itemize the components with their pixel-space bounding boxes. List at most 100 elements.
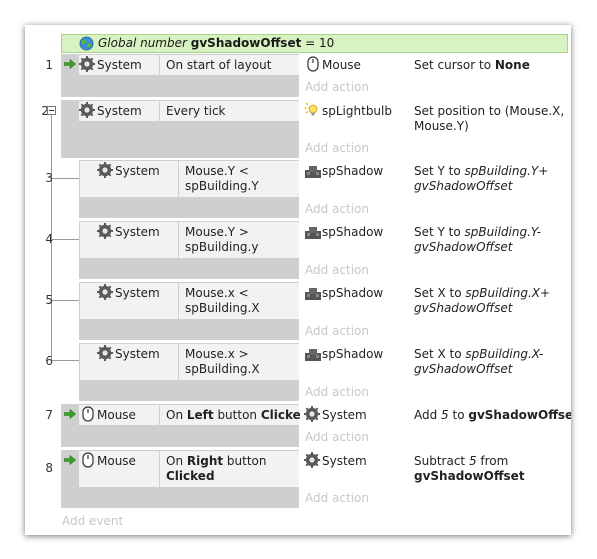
global-variable-prefix: Global number bbox=[98, 36, 187, 50]
tree-line bbox=[51, 300, 79, 301]
condition-object-name: System bbox=[97, 104, 142, 118]
condition-line2: spBuilding.X bbox=[185, 301, 260, 315]
add-action-link[interactable]: Add action bbox=[305, 200, 369, 218]
gear-icon bbox=[79, 102, 95, 118]
condition-line1: On Right button bbox=[166, 454, 267, 469]
action-text-line2[interactable]: gvShadowOffset bbox=[414, 469, 525, 484]
event-number: 1 bbox=[45, 58, 53, 72]
condition-object-name: Mouse bbox=[97, 454, 136, 468]
event-number: 5 bbox=[45, 293, 53, 307]
action-text-bold: gvShadowOffset bbox=[414, 469, 525, 483]
action-text-line2[interactable]: gvShadowOffset bbox=[414, 240, 513, 255]
action-text-line1[interactable]: Set position to (Mouse.X, bbox=[414, 104, 564, 119]
add-action-link[interactable]: Add action bbox=[305, 78, 369, 96]
tree-line bbox=[51, 360, 79, 361]
action-text-line1[interactable]: Set X to spBuilding.X+ bbox=[414, 286, 550, 301]
condition-text-bold: Left bbox=[186, 408, 214, 422]
condition-line1: Mouse.x > bbox=[185, 347, 249, 361]
condition-text: Every tick bbox=[166, 104, 226, 118]
action-object-name: spShadow bbox=[322, 164, 384, 178]
sprite-icon bbox=[305, 227, 321, 239]
action-text-line1[interactable]: Set Y to spBuilding.Y- bbox=[414, 225, 541, 240]
condition-text-plain: On bbox=[166, 408, 187, 422]
add-action-link[interactable]: Add action bbox=[305, 489, 369, 507]
action-text-line1[interactable]: Set X to spBuilding.X- bbox=[414, 347, 543, 362]
action-text-bold: None bbox=[494, 58, 530, 72]
condition-text-plain: button bbox=[223, 454, 267, 468]
action-text-plain: Set X to bbox=[414, 347, 466, 361]
action-text[interactable]: Set cursor to None bbox=[414, 58, 530, 73]
event-number: 8 bbox=[45, 461, 53, 475]
action-object-name: Mouse bbox=[322, 58, 361, 72]
tree-line bbox=[51, 178, 79, 179]
global-variable-value: = 10 bbox=[305, 36, 335, 50]
gear-icon bbox=[97, 284, 113, 300]
action-text-plain: Set cursor to bbox=[414, 58, 495, 72]
action-object-name: System bbox=[322, 408, 367, 422]
global-variable-label: Global number gvShadowOffset = 10 bbox=[98, 35, 334, 51]
action-text-line2[interactable]: gvShadowOffset bbox=[414, 179, 513, 194]
gear-icon bbox=[79, 56, 95, 72]
action-object-name: System bbox=[322, 454, 367, 468]
add-event-link[interactable]: Add event bbox=[62, 514, 123, 528]
action-text-line1[interactable]: Set Y to spBuilding.Y+ bbox=[414, 164, 548, 179]
condition-object-name: System bbox=[115, 347, 160, 361]
action-text-plain: Set Y to bbox=[414, 164, 465, 178]
action-text-line1[interactable]: Subtract 5 from bbox=[414, 454, 508, 469]
add-action-link[interactable]: Add action bbox=[305, 322, 369, 340]
action-text-italic: spBuilding.Y- bbox=[464, 225, 541, 239]
mouse-icon bbox=[307, 56, 319, 72]
condition-line2: spBuilding.y bbox=[185, 240, 259, 254]
action-text-plain: Add bbox=[414, 408, 442, 422]
collapse-toggle-icon[interactable] bbox=[47, 106, 56, 115]
action-text-plain: Set Y to bbox=[414, 225, 465, 239]
action-object-name: spShadow bbox=[322, 225, 384, 239]
global-variable-name: gvShadowOffset bbox=[190, 36, 302, 50]
action-text-italic: 5 bbox=[441, 408, 449, 422]
add-action-link[interactable]: Add action bbox=[305, 139, 369, 157]
add-action-link[interactable]: Add action bbox=[305, 261, 369, 279]
mouse-icon bbox=[82, 452, 94, 468]
action-text-italic: gvShadowOffset bbox=[414, 240, 513, 254]
add-action-link[interactable]: Add action bbox=[305, 428, 369, 446]
action-text-italic: spBuilding.X- bbox=[465, 347, 544, 361]
condition-text-bold: Clicked bbox=[166, 469, 215, 483]
condition-object-name: Mouse bbox=[97, 408, 136, 422]
condition-line1: Mouse.Y < bbox=[185, 164, 249, 178]
condition-text-plain: button bbox=[213, 408, 261, 422]
event-number: 4 bbox=[45, 232, 53, 246]
event-number: 6 bbox=[45, 354, 53, 368]
action-text-bold: gvShadowOffset bbox=[468, 408, 571, 422]
condition-text-bold: Right bbox=[186, 454, 224, 468]
lightbulb-icon bbox=[304, 102, 320, 118]
event-number: 2 bbox=[41, 104, 49, 118]
action-text-plain: from bbox=[476, 454, 509, 468]
action-text-line2[interactable]: gvShadowOffset bbox=[414, 362, 513, 377]
condition-text: On Left button Clicked bbox=[166, 408, 309, 423]
gear-icon bbox=[97, 162, 113, 178]
gear-icon bbox=[304, 452, 320, 468]
action-object-name: spShadow bbox=[322, 347, 384, 361]
condition-line2: spBuilding.X bbox=[185, 362, 260, 376]
action-text-line2[interactable]: Mouse.Y) bbox=[414, 119, 469, 134]
condition-line1: Mouse.x < bbox=[185, 286, 249, 300]
action-text-plain: to bbox=[448, 408, 469, 422]
condition-line2: Clicked bbox=[166, 469, 215, 484]
add-action-link[interactable]: Add action bbox=[305, 383, 369, 401]
action-text[interactable]: Add 5 to gvShadowOffset bbox=[414, 408, 571, 423]
mouse-icon bbox=[82, 406, 94, 422]
action-text-italic: gvShadowOffset bbox=[414, 362, 513, 376]
trigger-arrow-icon bbox=[64, 455, 76, 465]
sprite-icon bbox=[305, 349, 321, 361]
action-text-italic: spBuilding.Y+ bbox=[464, 164, 549, 178]
action-text-plain: Subtract bbox=[414, 454, 469, 468]
condition-line2: spBuilding.Y bbox=[185, 179, 259, 193]
action-text-italic: 5 bbox=[468, 454, 477, 468]
action-object-name: spLightbulb bbox=[322, 104, 392, 118]
action-text-italic: spBuilding.X+ bbox=[465, 286, 551, 300]
action-text-line2[interactable]: gvShadowOffset bbox=[414, 301, 513, 316]
condition-object-name: System bbox=[115, 286, 160, 300]
action-text-italic: gvShadowOffset bbox=[414, 179, 513, 193]
sprite-icon bbox=[305, 288, 321, 300]
trigger-arrow-icon bbox=[64, 409, 76, 419]
